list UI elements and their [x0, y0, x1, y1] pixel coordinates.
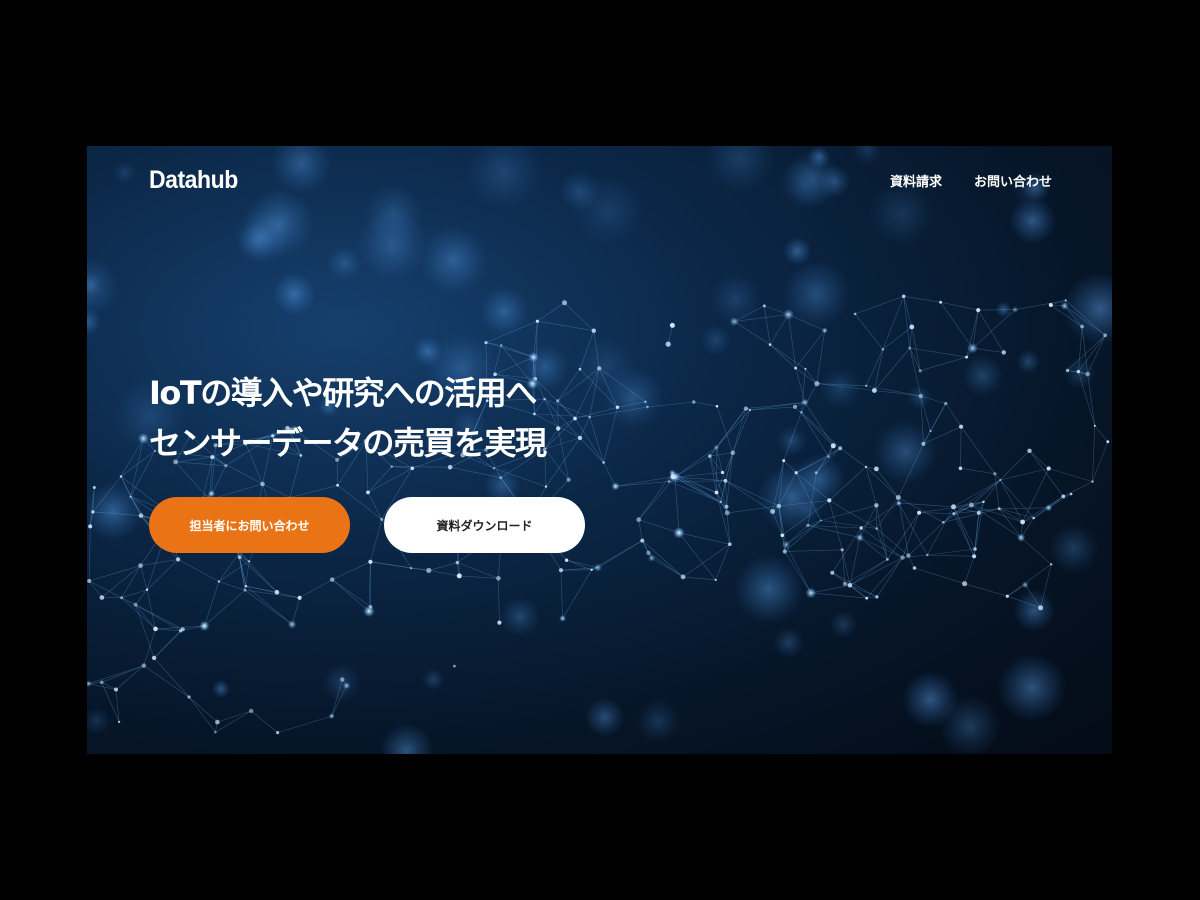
hero-title: IoTの導入や研究への活用へ センサーデータの売買を実現 — [149, 368, 547, 468]
datahub-logo[interactable]: Datahub — [149, 166, 238, 195]
hero-section: Datahub 資料請求 お問い合わせ IoTの導入や研究への活用へ センサーデ… — [87, 146, 1112, 754]
hero-title-line-2: センサーデータの売買を実現 — [149, 424, 547, 462]
contact-sales-button[interactable]: 担当者にお問い合わせ — [149, 497, 350, 553]
download-docs-button[interactable]: 資料ダウンロード — [384, 497, 585, 553]
nav-docs-request-link[interactable]: 資料請求 — [890, 171, 942, 190]
nav-contact-link[interactable]: お問い合わせ — [974, 171, 1052, 190]
hero-title-line-1: IoTの導入や研究への活用へ — [149, 374, 537, 412]
top-navbar: Datahub 資料請求 お問い合わせ — [87, 146, 1112, 216]
